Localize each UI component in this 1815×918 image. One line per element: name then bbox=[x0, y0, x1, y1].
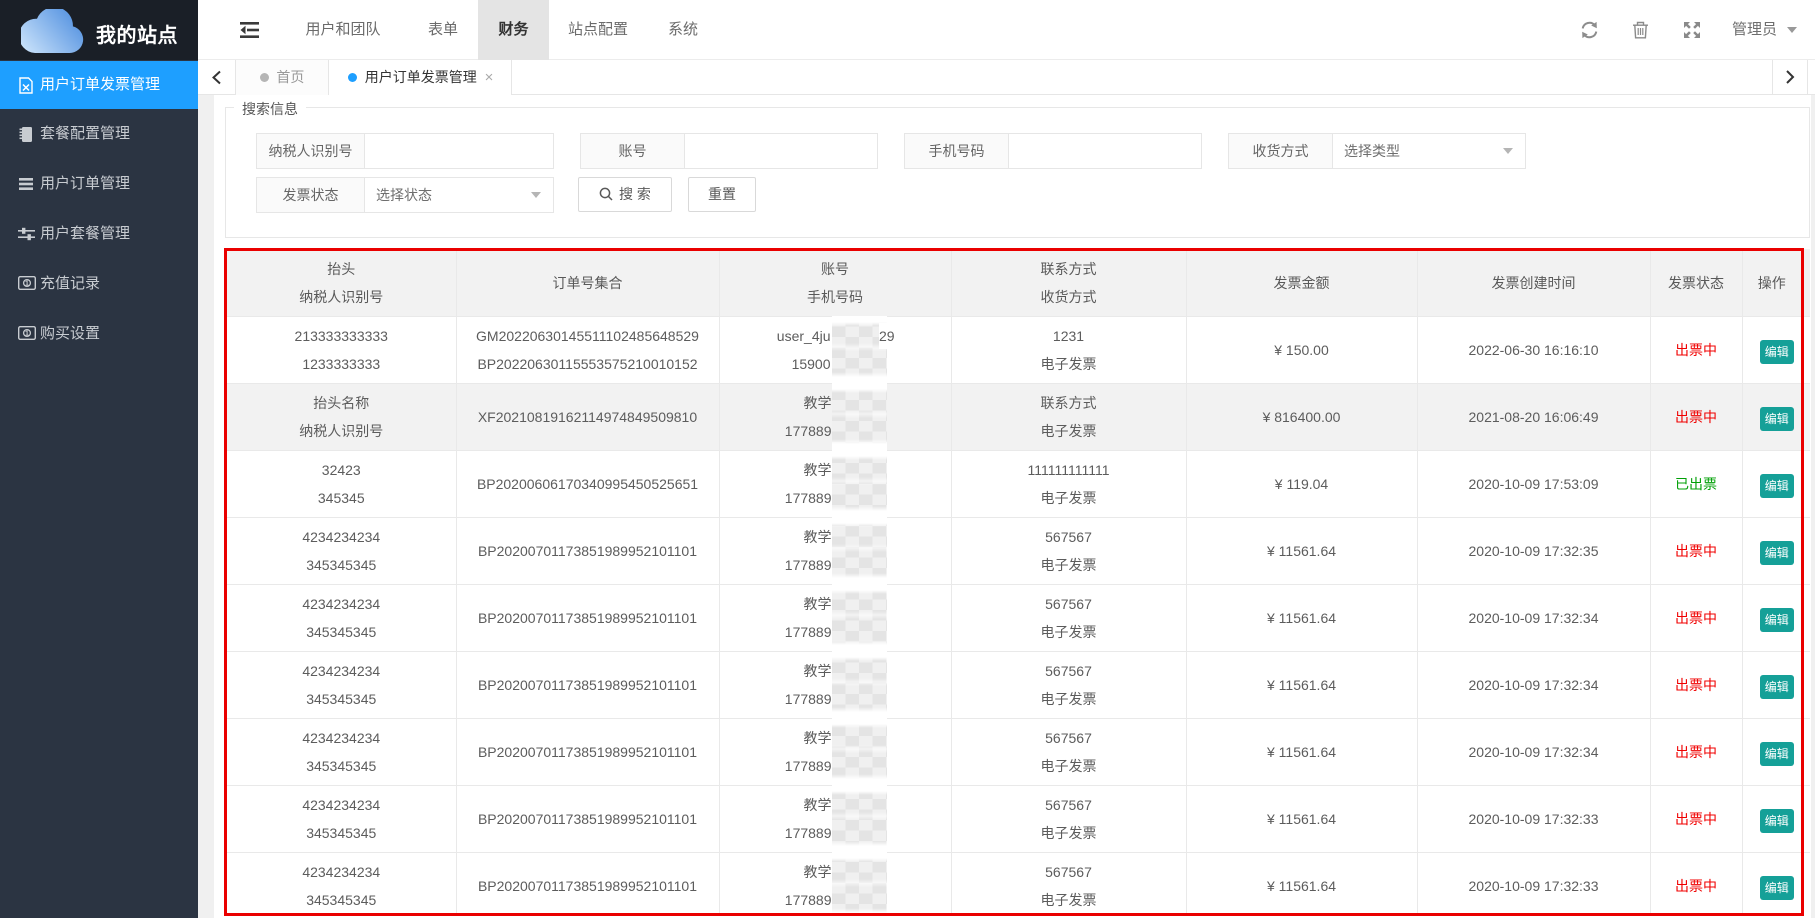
svg-text:1: 1 bbox=[25, 281, 29, 288]
svg-text:1: 1 bbox=[25, 331, 29, 338]
